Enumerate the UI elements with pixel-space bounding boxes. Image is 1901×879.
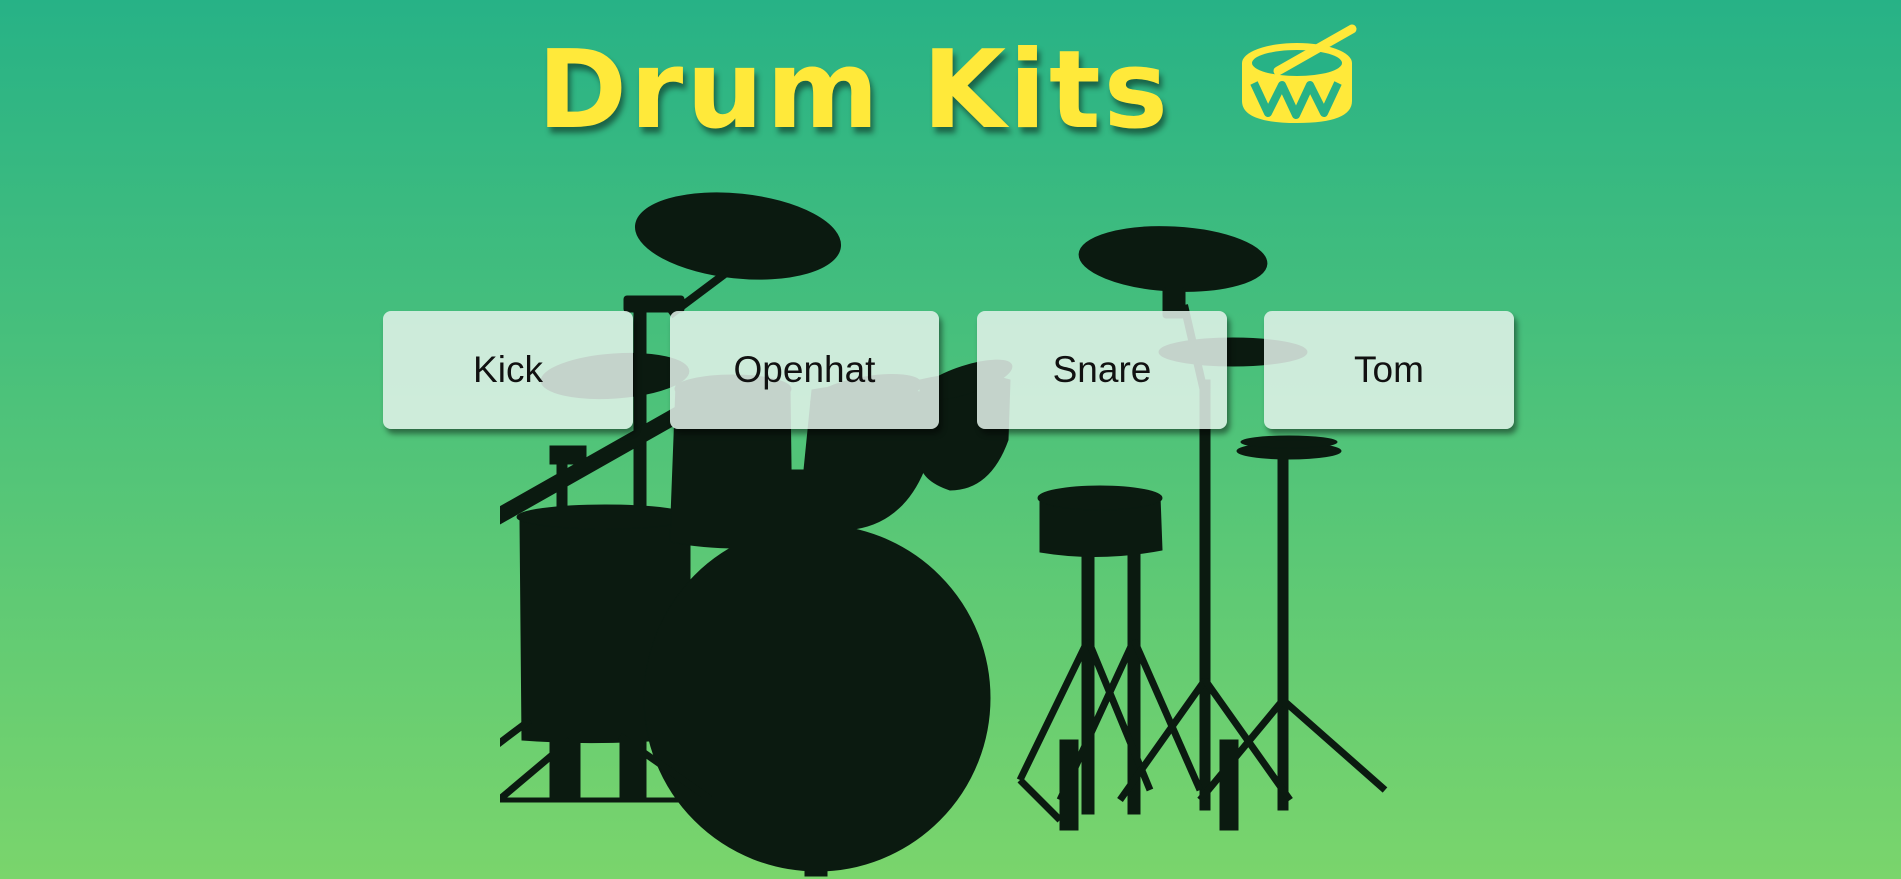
page-title-text: Drum Kits <box>537 28 1171 153</box>
kick-button[interactable]: Kick <box>383 311 633 429</box>
drum-button-row: Kick Openhat Snare Tom <box>0 311 1901 431</box>
page: Drum Kits Kick Openhat Snare Tom <box>0 0 1901 879</box>
drum-kit-silhouette <box>500 192 1388 877</box>
snare-button[interactable]: Snare <box>977 311 1227 429</box>
tom-button[interactable]: Tom <box>1264 311 1514 429</box>
openhat-button[interactable]: Openhat <box>670 311 939 429</box>
page-title: Drum Kits <box>0 24 1901 160</box>
drum-icon <box>1234 21 1364 160</box>
